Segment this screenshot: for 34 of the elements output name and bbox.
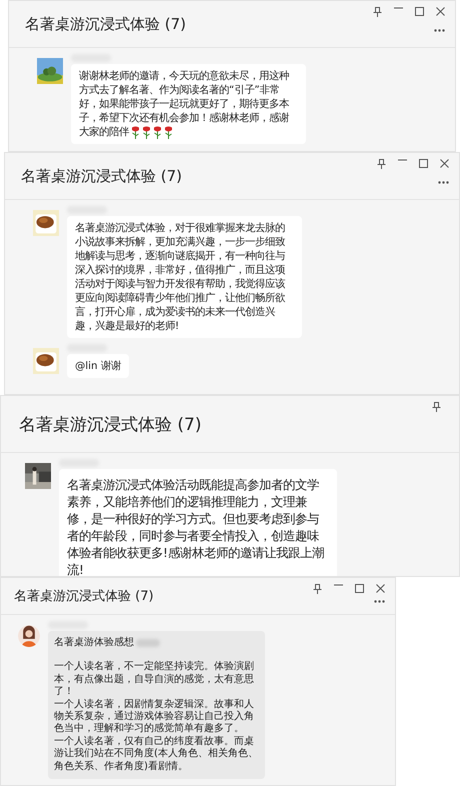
close-icon[interactable] bbox=[440, 159, 449, 168]
rose-icon bbox=[142, 126, 151, 138]
pin-icon[interactable] bbox=[377, 159, 386, 169]
pin-icon[interactable] bbox=[313, 584, 322, 594]
blurred-name bbox=[136, 639, 160, 648]
minimize-icon[interactable] bbox=[394, 7, 403, 9]
rose-icon bbox=[153, 126, 162, 138]
message-text: 大家的陪伴 bbox=[79, 125, 129, 139]
message-text: 名著桌游沉浸式体验，对于很难掌握来龙去脉的小说故事来拆解，更加充满兴趣，一步一步细致地解读与思考，逐渐向谜底揭开，有一种向往与深入探讨的境界，非常好，值得推广，而且这项活动对于阅读与智力开发很有帮助，我觉得应该更应向阅读障碍青少年他们推广，让他们畅所欲言，打开心扉，成为爱读书的未来一代创造兴趣，兴趣是最好的老师! bbox=[75, 221, 286, 333]
window-title: 名著桌游沉浸式体验 (7) bbox=[25, 14, 186, 34]
maximize-icon[interactable] bbox=[419, 159, 428, 168]
message-text: 一个人读名著，仅有自己的纬度看故事。而桌游让我们站在不同角度(本人角色、相关角色、角色关系、作者角度)看剧情。 bbox=[54, 736, 259, 774]
more-icon[interactable] bbox=[374, 600, 385, 603]
more-icon[interactable] bbox=[438, 181, 449, 184]
message-text: 一个人读名著，不一定能坚持读完。体验演剧本，有点像出题，自导自演的感觉，太有意思了！ bbox=[54, 661, 255, 698]
rose-icon bbox=[131, 126, 140, 138]
close-icon[interactable] bbox=[436, 7, 445, 16]
window-title: 名著桌游沉浸式体验 (7) bbox=[14, 588, 154, 605]
pin-icon[interactable] bbox=[373, 7, 382, 17]
window-title: 名著桌游沉浸式体验 (7) bbox=[19, 414, 202, 436]
maximize-icon[interactable] bbox=[355, 584, 364, 593]
window-title: 名著桌游沉浸式体验 (7) bbox=[21, 166, 182, 186]
pin-icon[interactable] bbox=[432, 402, 441, 412]
more-icon[interactable] bbox=[434, 29, 445, 32]
message-text: 名著桌游沉浸式体验活动既能提高参加者的文学素养，又能培养他们的逻辑推理能力，文理兼修，是一种很好的学习方式。但也要考虑到参与者的年龄段，同时参与者要全情投入，创造趣味体验者能收获更多!感谢林老师的邀请让我跟上潮流! bbox=[67, 477, 325, 576]
message-text: 谢谢林老师的邀请，今天玩的意欲未尽，用这种方式去了解名著、作为阅读名著的“引子”非常好，如果能带孩子一起玩就更好了，期待更多本子，希望下次还有机会参加！感谢林老师，感谢 bbox=[79, 69, 290, 125]
maximize-icon[interactable] bbox=[415, 7, 424, 16]
minimize-icon[interactable] bbox=[334, 584, 343, 586]
close-icon[interactable] bbox=[376, 584, 385, 593]
rose-icon bbox=[164, 126, 173, 138]
message-text: 一个人读名著，因剧情复杂逻辑深。故事和人物关系复杂，通过游戏体验容易让自己投入角色当中，理解和学习的感觉简单有趣多了。 bbox=[54, 698, 255, 736]
message-text: @lin 谢谢 bbox=[75, 359, 121, 373]
message-heading: 名著桌游体验感想 bbox=[54, 637, 134, 650]
minimize-icon[interactable] bbox=[398, 159, 407, 161]
